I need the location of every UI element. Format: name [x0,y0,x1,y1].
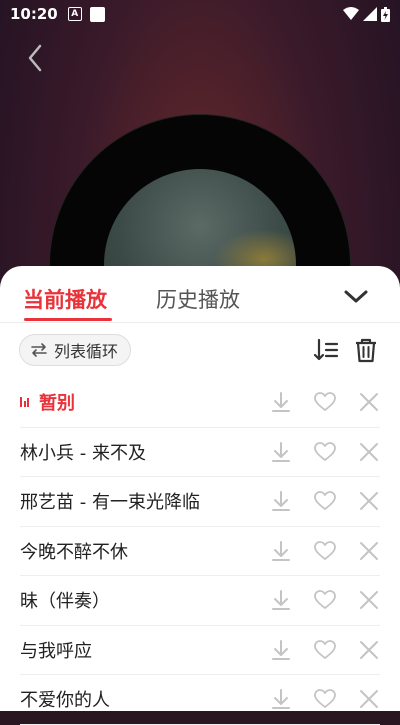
divider [0,322,400,323]
song-row[interactable]: 邢艺苗 - 有一束光降临 [20,477,380,527]
remove-button[interactable] [358,391,380,413]
song-title: 昧（伴奏） [20,591,110,613]
close-icon [360,442,378,461]
close-icon [360,492,378,511]
download-button[interactable] [270,688,292,710]
tab-history[interactable]: 历史播放 [156,284,240,314]
song-row[interactable]: 今晚不醉不休 [20,527,380,576]
chevron-down-icon [344,290,368,303]
playing-indicator-icon [20,397,29,408]
back-button[interactable] [20,38,50,78]
like-button[interactable] [314,540,336,562]
song-row[interactable]: 不爱你的人 [20,675,380,725]
signal-icon [363,7,377,21]
trash-icon [356,338,376,363]
song-title: 今晚不醉不休 [20,541,128,563]
song-title: 与我呼应 [20,640,92,662]
clear-playlist-button[interactable] [352,336,380,364]
playlist-toolbar: 列表循环 [0,334,400,370]
close-icon [360,393,378,412]
song-title: 林小兵 - 来不及 [20,442,146,464]
wifi-icon [343,7,359,20]
song-row[interactable]: 暂别 [20,378,380,428]
song-row[interactable]: 与我呼应 [20,626,380,675]
download-icon [272,392,290,413]
heart-icon [314,689,336,709]
play-mode-button[interactable]: 列表循环 [19,334,132,366]
sort-icon [313,338,339,361]
download-button[interactable] [270,441,292,463]
download-icon [272,689,290,710]
download-button[interactable] [270,589,292,611]
notification-a-icon: A [67,7,82,21]
like-button[interactable] [314,589,336,611]
repeat-list-icon [31,343,47,357]
download-icon [272,540,290,561]
heart-icon [314,590,336,610]
like-button[interactable] [314,490,336,512]
playlist-tabs: 当前播放 历史播放 [0,266,400,322]
song-row[interactable]: 昧（伴奏） [20,576,380,626]
remove-button[interactable] [358,589,380,611]
chevron-left-icon [28,44,42,72]
remove-button[interactable] [358,540,380,562]
download-button[interactable] [270,490,292,512]
download-icon [272,639,290,660]
status-bar: 10:20 A [0,0,400,28]
like-button[interactable] [314,688,336,710]
close-icon [360,591,378,610]
download-button[interactable] [270,639,292,661]
collapse-button[interactable] [342,284,370,308]
close-icon [360,690,378,709]
download-button[interactable] [270,540,292,562]
close-icon [360,640,378,659]
remove-button[interactable] [358,688,380,710]
heart-icon [314,392,336,412]
remove-button[interactable] [358,490,380,512]
song-title: 邢艺苗 - 有一束光降临 [20,492,200,514]
download-button[interactable] [270,391,292,413]
battery-icon [381,6,390,22]
song-title: 不爱你的人 [20,690,110,712]
heart-icon [314,540,336,560]
download-icon [272,441,290,462]
close-icon [360,541,378,560]
song-row[interactable]: 林小兵 - 来不及 [20,428,380,477]
song-list: 暂别 林小兵 - 来不及 邢艺苗 - 有一束光降临 今晚不醉不休 昧（伴奏） 与… [0,378,400,725]
notification-square-icon [89,6,105,22]
heart-icon [314,441,336,461]
heart-icon [314,491,336,511]
like-button[interactable] [314,639,336,661]
song-title: 暂别 [39,393,75,415]
like-button[interactable] [314,391,336,413]
status-time: 10:20 [10,5,58,23]
tab-current-playing[interactable]: 当前播放 [23,284,107,314]
download-icon [272,491,290,512]
play-mode-label: 列表循环 [54,342,119,361]
heart-icon [314,639,336,659]
playlist-sheet: 当前播放 历史播放 列表循环 暂别 林小兵 - 来不及 邢艺苗 - 有一束光降临… [0,266,400,725]
active-tab-indicator [24,318,112,321]
like-button[interactable] [314,441,336,463]
remove-button[interactable] [358,639,380,661]
remove-button[interactable] [358,441,380,463]
sort-button[interactable] [312,336,340,364]
download-icon [272,590,290,611]
